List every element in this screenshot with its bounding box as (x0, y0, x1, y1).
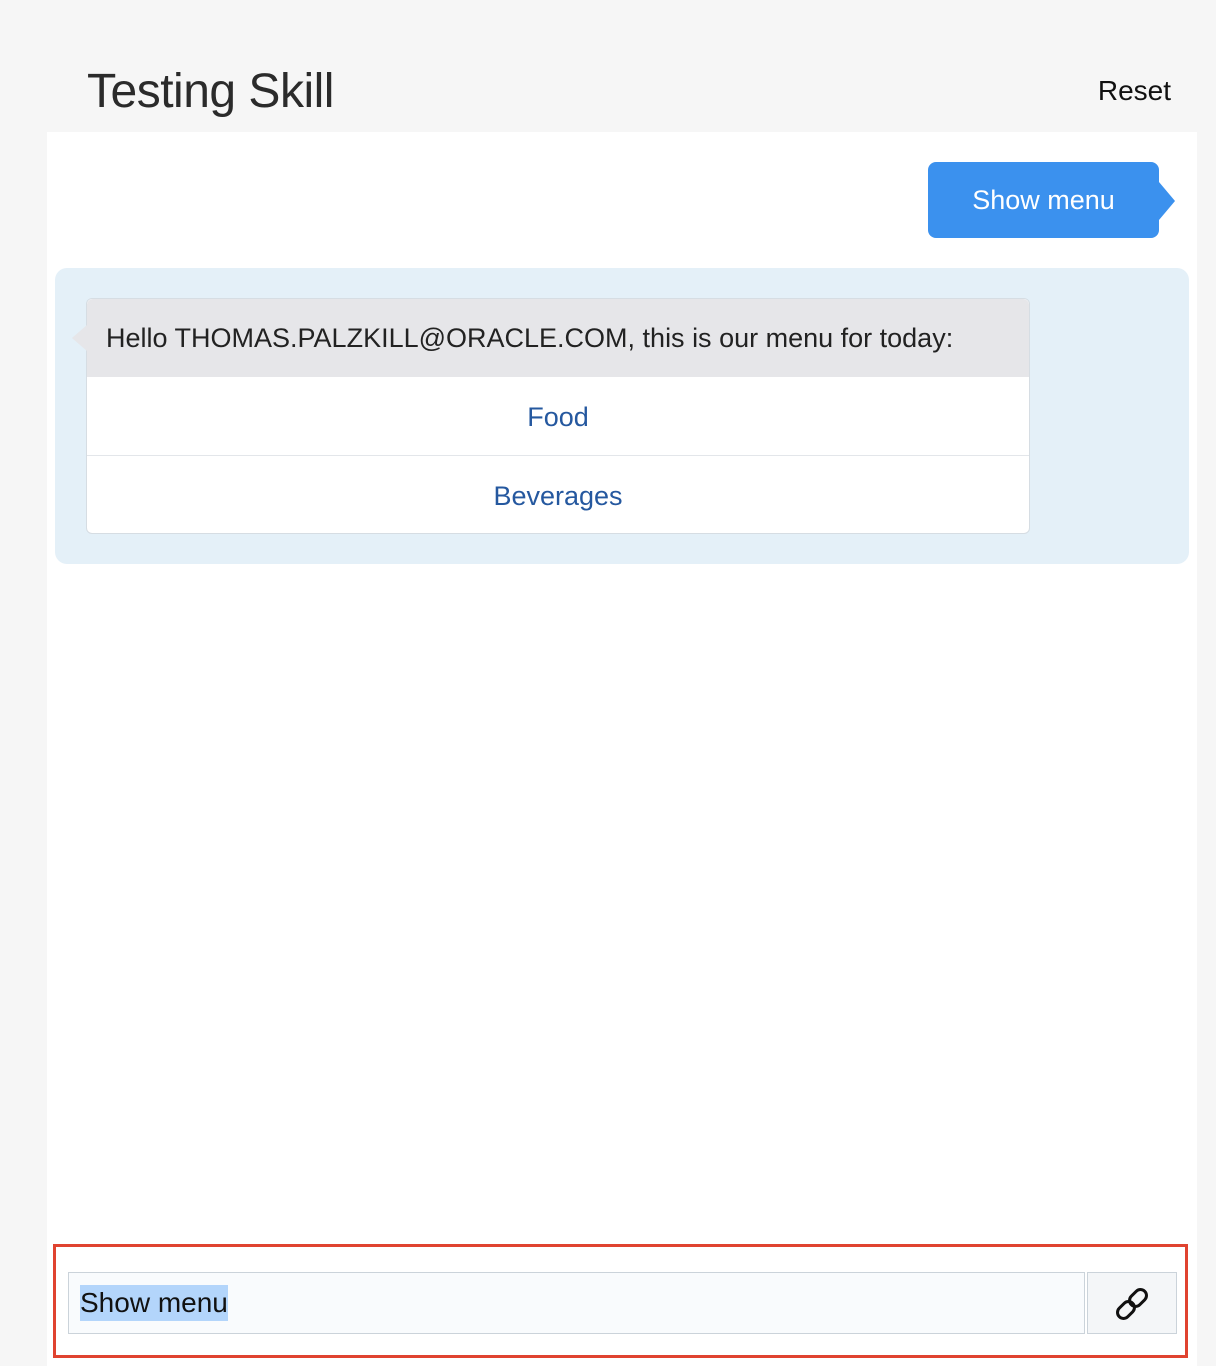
bot-response-area: Hello THOMAS.PALZKILL@ORACLE.COM, this i… (55, 268, 1189, 564)
bot-message-text: Hello THOMAS.PALZKILL@ORACLE.COM, this i… (87, 299, 1029, 377)
option-beverages-button[interactable]: Beverages (87, 456, 1029, 534)
link-icon (1116, 1288, 1148, 1320)
bot-message-card: Hello THOMAS.PALZKILL@ORACLE.COM, this i… (72, 298, 1030, 534)
composer-highlight: Show menu (53, 1244, 1188, 1358)
page-title: Testing Skill (87, 65, 334, 118)
attach-link-button[interactable] (1087, 1272, 1177, 1334)
user-message-bubble: Show menu (928, 162, 1175, 238)
selected-input-text: Show menu (80, 1285, 228, 1321)
reset-button[interactable]: Reset (1098, 74, 1171, 108)
chat-panel: Show menu Hello THOMAS.PALZKILL@ORACLE.C… (47, 132, 1197, 1366)
message-input[interactable]: Show menu (68, 1272, 1085, 1334)
option-food-button[interactable]: Food (87, 377, 1029, 455)
app-header: Testing Skill Reset (0, 0, 1216, 132)
